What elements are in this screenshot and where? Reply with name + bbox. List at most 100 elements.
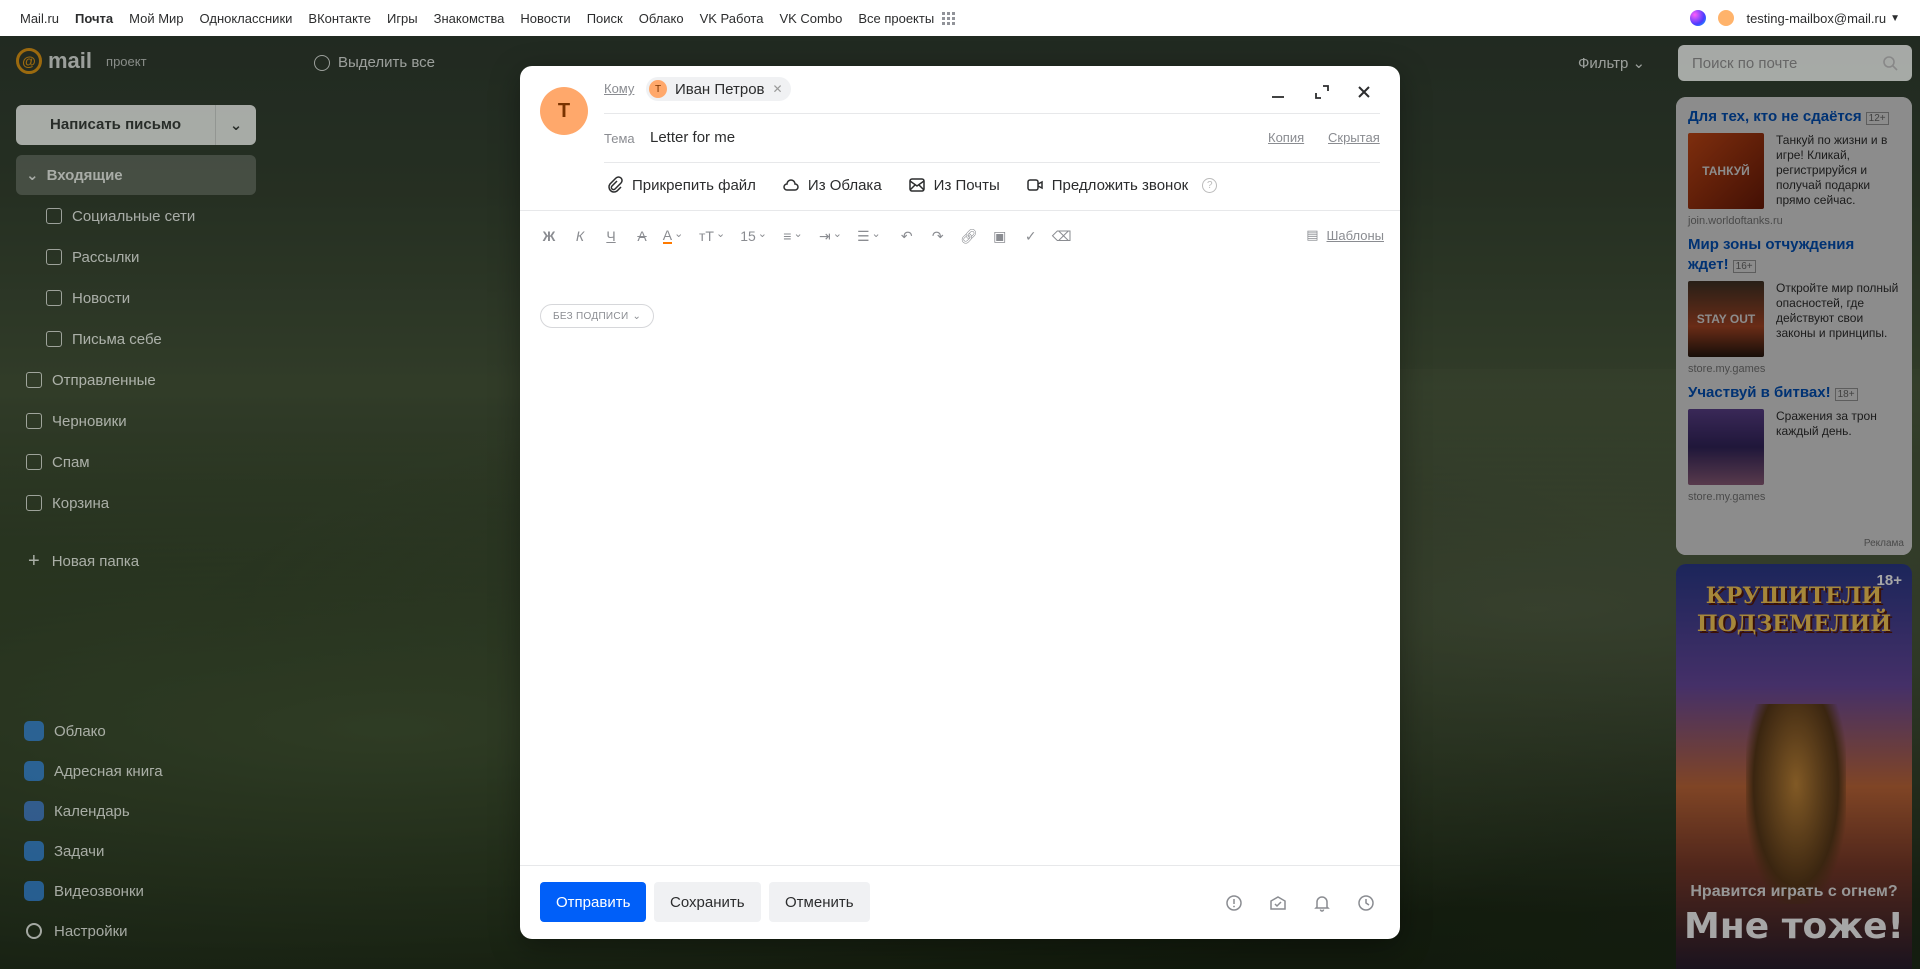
vk-assistant-icon[interactable] — [1690, 10, 1707, 26]
message-body-editor[interactable] — [540, 266, 1380, 849]
chevron-down-icon[interactable]: ⌄ — [216, 116, 256, 134]
subject-field[interactable]: Letter for me — [650, 129, 735, 146]
strikethrough-icon[interactable]: А — [631, 225, 653, 247]
app-tasks[interactable]: Задачи — [24, 841, 104, 861]
at-logo-icon: @ — [16, 48, 42, 74]
caret-down-icon[interactable]: ▼ — [1890, 13, 1900, 24]
ads-panel: Для тех, кто не сдаётся 12+ ТАНКУЙ Танкуй… — [1676, 97, 1912, 555]
redo-icon[interactable]: ↷ — [927, 225, 949, 247]
portal-link-vk-work[interactable]: VK Работа — [700, 11, 764, 26]
folder-social[interactable]: Социальные сети — [36, 196, 276, 236]
app-label: Облако — [54, 722, 106, 740]
bold-icon[interactable]: Ж — [538, 225, 560, 247]
indent-icon[interactable]: ⇥ — [819, 225, 842, 247]
image-icon[interactable]: ▣ — [989, 225, 1011, 247]
help-icon[interactable]: ? — [1202, 177, 1218, 193]
portal-link-all-projects[interactable]: Все проекты — [858, 11, 934, 26]
portal-link-search[interactable]: Поиск — [587, 11, 623, 26]
app-calendar[interactable]: Календарь — [24, 801, 130, 821]
expand-icon[interactable] — [1310, 80, 1334, 104]
folder-trash[interactable]: Корзина — [16, 483, 256, 523]
text-color-icon[interactable]: A — [662, 225, 684, 247]
people-icon — [46, 208, 62, 224]
mail-logo[interactable]: @ mail проект — [16, 48, 147, 74]
minimize-icon[interactable] — [1266, 80, 1290, 104]
apps-grid-icon[interactable] — [942, 11, 956, 25]
chevron-down-icon: ⌄ — [26, 167, 39, 184]
compose-modal: Т Кому Т Иван Петров ✕ Тема Letter for m… — [520, 66, 1400, 939]
app-settings[interactable]: Настройки — [24, 921, 128, 941]
banner-title: КРУШИТЕЛИ ПОДЗЕМЕЛИЙ — [1696, 583, 1892, 637]
send-button[interactable]: Отправить — [540, 882, 647, 922]
user-avatar[interactable] — [1718, 10, 1735, 26]
new-folder-button[interactable]: + Новая папка — [16, 541, 256, 581]
trash-icon — [26, 495, 42, 511]
folder-label: Новости — [72, 289, 131, 307]
clock-icon[interactable] — [1357, 894, 1375, 912]
ad-banner[interactable]: КРУШИТЕЛИ ПОДЗЕМЕЛИЙ 18+ Нравится играть… — [1676, 564, 1912, 969]
folder-news[interactable]: Новости — [36, 278, 276, 318]
folder-label: Социальные сети — [72, 207, 196, 225]
folder-newsletters[interactable]: Рассылки — [36, 237, 276, 277]
folder-inbox[interactable]: ⌄ Входящие — [16, 155, 256, 195]
folder-spam[interactable]: Спам — [16, 442, 256, 482]
portal-link-vk[interactable]: ВКонтакте — [308, 11, 371, 26]
portal-link-myworld[interactable]: Мой Мир — [129, 11, 183, 26]
portal-link-cloud[interactable]: Облако — [639, 11, 684, 26]
suggest-call-button[interactable]: Предложить звонок — [1026, 176, 1188, 194]
account-email[interactable]: testing-mailbox@mail.ru — [1746, 11, 1886, 26]
compose-button[interactable]: Написать письмо ⌄ — [16, 105, 256, 145]
italic-icon[interactable]: К — [569, 225, 591, 247]
font-size-select[interactable]: 15 — [740, 225, 767, 247]
recipient-chip[interactable]: Т Иван Петров ✕ — [646, 77, 791, 101]
folder-to-self[interactable]: Письма себе — [36, 319, 276, 359]
search-input[interactable]: Поиск по почте — [1678, 45, 1912, 81]
templates-button[interactable]: ▤ Шаблоны — [1306, 227, 1384, 243]
cancel-button[interactable]: Отменить — [769, 882, 870, 922]
search-placeholder: Поиск по почте — [1692, 54, 1798, 72]
bcc-link[interactable]: Скрытая — [1328, 130, 1380, 145]
eraser-icon[interactable]: ⌫ — [1051, 225, 1073, 247]
filter-button[interactable]: Фильтр ⌄ — [1578, 54, 1645, 72]
save-button[interactable]: Сохранить — [654, 882, 761, 922]
contacts-icon — [24, 761, 44, 781]
remove-recipient-icon[interactable]: ✕ — [773, 82, 783, 96]
undo-icon[interactable]: ↶ — [896, 225, 918, 247]
cc-link[interactable]: Копия — [1268, 130, 1304, 145]
portal-link-vk-combo[interactable]: VK Combo — [779, 11, 842, 26]
from-cloud-button[interactable]: Из Облака — [782, 176, 882, 194]
portal-link-news[interactable]: Новости — [520, 11, 570, 26]
portal-link-mailru[interactable]: Mail.ru — [20, 11, 59, 26]
read-receipt-icon[interactable] — [1269, 894, 1287, 912]
select-all-button[interactable]: Выделить все — [314, 54, 435, 71]
portal-link-ok[interactable]: Одноклассники — [200, 11, 293, 26]
portal-link-mail[interactable]: Почта — [75, 11, 113, 26]
underline-icon[interactable]: Ч — [600, 225, 622, 247]
link-icon[interactable]: 🔗︎ — [958, 225, 980, 247]
importance-icon[interactable] — [1225, 894, 1243, 912]
close-icon[interactable] — [1352, 80, 1376, 104]
portal-link-games[interactable]: Игры — [387, 11, 418, 26]
to-label[interactable]: Кому — [604, 81, 634, 96]
divider — [604, 162, 1380, 163]
font-style-icon[interactable]: ᴛT — [699, 225, 725, 247]
folder-drafts[interactable]: Черновики — [16, 401, 256, 441]
logo-text: mail — [48, 48, 93, 73]
bell-icon[interactable] — [1313, 894, 1331, 912]
spellcheck-icon[interactable]: ✓ — [1020, 225, 1042, 247]
sender-avatar: Т — [540, 87, 588, 135]
app-video-calls[interactable]: Видеозвонки — [24, 881, 144, 901]
drafts-icon — [26, 413, 42, 429]
app-cloud[interactable]: Облако — [24, 721, 106, 741]
compose-label: Написать письмо — [16, 105, 216, 145]
from-mail-button[interactable]: Из Почты — [908, 176, 1000, 194]
folder-label: Корзина — [52, 494, 110, 512]
portal-link-dating[interactable]: Знакомства — [434, 11, 505, 26]
folder-sent[interactable]: Отправленные — [16, 360, 256, 400]
recipient-name: Иван Петров — [675, 80, 765, 98]
align-icon[interactable]: ≡ — [782, 225, 804, 247]
attach-file-button[interactable]: Прикрепить файл — [606, 176, 756, 194]
app-address-book[interactable]: Адресная книга — [24, 761, 163, 781]
list-icon[interactable]: ☰ — [857, 225, 881, 247]
folder-label: Отправленные — [52, 371, 156, 389]
